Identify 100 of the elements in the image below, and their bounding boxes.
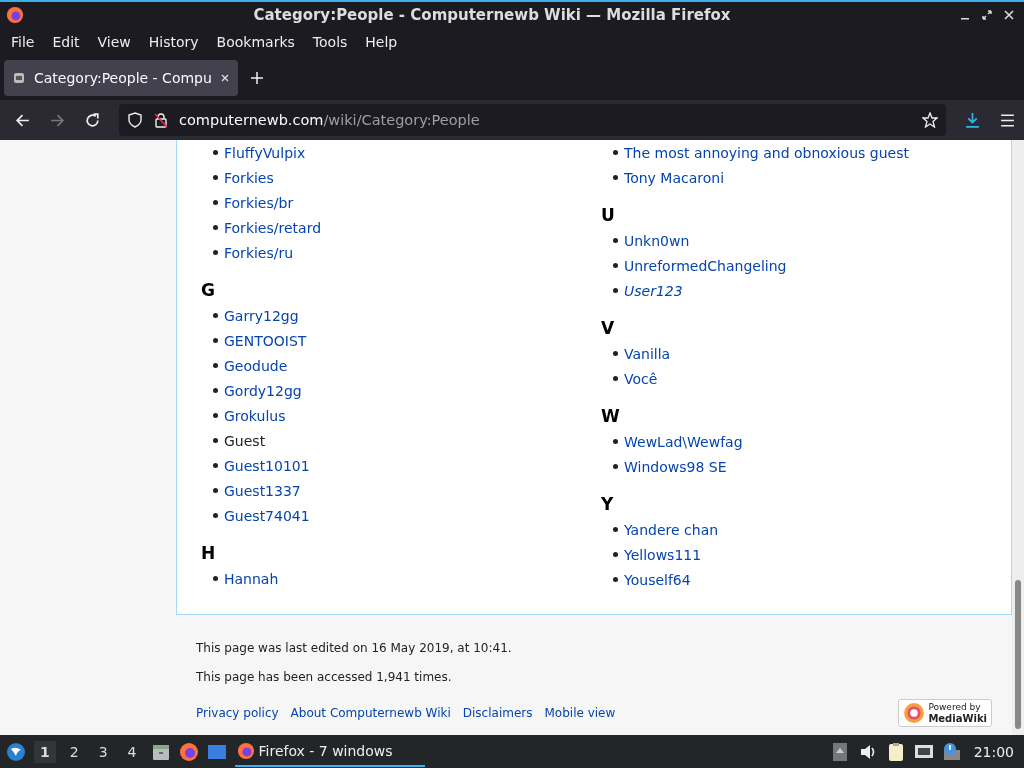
workspace-button[interactable]: 1 (34, 740, 56, 763)
tab-title: Category:People - Compu (34, 69, 212, 86)
menu-item[interactable]: Help (356, 30, 407, 53)
close-icon[interactable] (219, 72, 230, 83)
bullet-icon (613, 439, 618, 444)
url-text: computernewb.com/wiki/Category:People (179, 112, 481, 128)
menu-item[interactable]: View (88, 30, 140, 53)
bullet-icon (613, 238, 618, 243)
bullet-icon (613, 150, 618, 155)
page-link[interactable]: Você (624, 370, 658, 387)
current-page-text[interactable]: Guest (224, 432, 266, 449)
bullet-icon (213, 200, 218, 205)
insecure-lock-icon[interactable] (153, 112, 169, 128)
page-link[interactable]: FluffyVulpix (224, 144, 306, 161)
letter-heading: W (601, 405, 621, 428)
page-link[interactable]: Tony Macaroni (624, 169, 725, 186)
page-link[interactable]: Guest10101 (224, 457, 310, 474)
bullet-icon (613, 464, 618, 469)
page-link[interactable]: GENTOOIST (224, 332, 307, 349)
page-link[interactable]: Grokulus (224, 407, 286, 424)
bullet-icon (213, 225, 218, 230)
scrollbar-thumb[interactable] (1015, 580, 1021, 729)
clock-text: 21:00 (972, 743, 1015, 760)
page-link[interactable]: Forkies/ru (224, 244, 294, 261)
menu-item[interactable]: Tools (303, 30, 357, 53)
bullet-icon (613, 288, 618, 293)
star-icon[interactable] (922, 112, 938, 128)
page-link[interactable]: Guest1337 (224, 482, 301, 499)
address-bar[interactable]: computernewb.com/wiki/Category:People (119, 104, 946, 136)
bullet-icon (613, 577, 618, 582)
menu-item[interactable]: File (2, 30, 44, 53)
page-link[interactable]: Gordy12gg (224, 382, 302, 399)
letter-heading: G (201, 279, 216, 302)
footer-info-text: This page has been accessed 1,941 times. (196, 670, 453, 685)
menu-icon[interactable] (999, 111, 1016, 129)
page-link[interactable]: Unkn0wn (624, 232, 690, 249)
firefox-icon[interactable] (178, 741, 199, 762)
menu-item[interactable]: History (139, 30, 208, 53)
close-icon[interactable] (1004, 10, 1014, 20)
footer-link[interactable]: Mobile view (544, 706, 616, 720)
footer-link[interactable]: Disclaimers (462, 706, 533, 720)
bullet-icon (213, 363, 218, 368)
bullet-icon (213, 388, 218, 393)
page-link[interactable]: Forkies (224, 169, 274, 186)
bullet-icon (213, 175, 218, 180)
page-link[interactable]: User123 (624, 282, 683, 299)
bullet-icon (213, 488, 218, 493)
page-link[interactable]: Forkies/retard (224, 219, 322, 236)
page-link[interactable]: Garry12gg (224, 307, 299, 324)
letter-heading: H (201, 542, 217, 565)
bullet-icon (613, 351, 618, 356)
bullet-icon (213, 313, 218, 318)
page-link[interactable]: Yellows111 (624, 546, 702, 563)
bullet-icon (213, 463, 218, 468)
page-link[interactable]: Youself64 (624, 571, 691, 588)
letter-heading: U (601, 204, 616, 227)
task-label: Firefox - 7 windows (258, 742, 393, 759)
letter-heading: Y (601, 493, 615, 516)
firefox-logo-icon (6, 6, 24, 24)
bullet-icon (613, 263, 618, 268)
page-link[interactable]: Yandere chan (624, 521, 719, 538)
letter-heading: V (601, 317, 616, 340)
footer-link[interactable]: Privacy policy (196, 706, 279, 720)
menu-item[interactable]: Bookmarks (207, 30, 304, 53)
page-link[interactable]: Forkies/br (224, 194, 294, 211)
download-icon[interactable] (964, 111, 981, 129)
page-link[interactable]: Windows98 SE (624, 458, 727, 475)
page-icon (12, 70, 26, 85)
bullet-icon (613, 527, 618, 532)
page-link[interactable]: Geodude (224, 357, 288, 374)
browser-tab[interactable]: Category:People - Compu (4, 59, 238, 96)
page-link[interactable]: Guest74041 (224, 507, 310, 524)
bullet-icon (213, 413, 218, 418)
maximize-icon[interactable] (982, 10, 992, 20)
shield-icon[interactable] (127, 112, 143, 128)
page-link[interactable]: Hannah (224, 570, 279, 587)
menu-item[interactable]: Edit (43, 30, 89, 53)
reload-icon[interactable] (84, 111, 101, 129)
bullet-icon (613, 552, 618, 557)
notification-icon[interactable] (941, 741, 962, 762)
workspace-button[interactable]: 3 (92, 740, 114, 763)
page-link[interactable]: UnreformedChangeling (624, 257, 787, 274)
page-link[interactable]: The most annoying and obnoxious guest (624, 144, 909, 161)
new-tab-icon[interactable] (249, 70, 264, 85)
flower-logo-icon (903, 702, 926, 724)
bullet-icon (213, 150, 218, 155)
bullet-icon (213, 576, 218, 581)
footer-link[interactable]: About Computernewb Wiki (290, 706, 451, 720)
bullet-icon (613, 376, 618, 381)
powered-by-badge[interactable]: Powered by MediaWiki (898, 699, 992, 727)
page-link[interactable]: WewLad\Wewfag (624, 433, 743, 450)
workspace-button[interactable]: 4 (121, 740, 143, 763)
bullet-icon (213, 338, 218, 343)
page-link[interactable]: Vanilla (624, 345, 671, 362)
bullet-icon (213, 438, 218, 443)
taskbar-task[interactable]: Firefox - 7 windows (234, 736, 425, 767)
bullet-icon (213, 513, 218, 518)
workspace-button[interactable]: 2 (63, 740, 85, 763)
start-menu-icon[interactable] (6, 741, 26, 762)
window-title: Category:People - Computernewb Wiki — Mozilla Firefox (252, 6, 732, 24)
